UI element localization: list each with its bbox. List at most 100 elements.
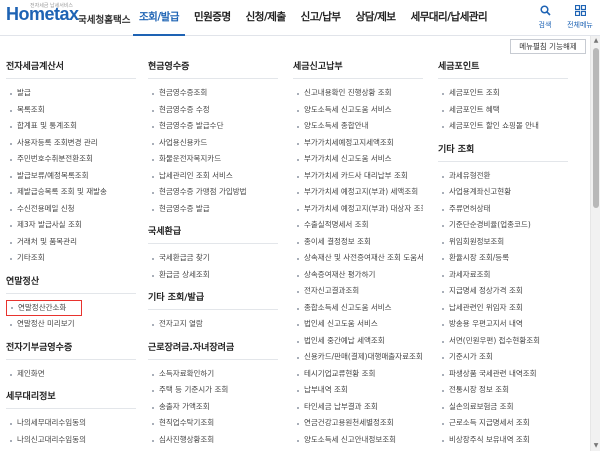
menu-link[interactable]: 송출자 가액조회 <box>148 399 278 416</box>
menu-link[interactable]: 합계표 및 통계조회 <box>6 118 136 135</box>
section-title[interactable]: 세금포인트 <box>438 60 568 74</box>
menu-link[interactable]: 사업용계좌신고현황 <box>438 184 568 201</box>
menu-link[interactable]: 상속재산 및 사전증여재산 조회 도움서비스 <box>293 250 423 267</box>
scroll-up-arrow[interactable]: ▲ <box>591 36 600 46</box>
menu-link[interactable]: 화물운전자복지카드 <box>148 151 278 168</box>
menu-link[interactable]: 현직업수탁기조회 <box>148 415 278 432</box>
menu-link[interactable]: 과세유형전환 <box>438 168 568 185</box>
menu-link[interactable]: 실손의료보험금 조회 <box>438 399 568 416</box>
menu-link[interactable]: 세금포인트 혜택 <box>438 102 568 119</box>
scroll-down-arrow[interactable]: ▼ <box>591 441 600 451</box>
menu-link[interactable]: 근로소득 지급명세서 조회 <box>438 415 568 432</box>
menu-link[interactable]: 수출실적명세서 조회 <box>293 217 423 234</box>
nav-item-4[interactable]: 신고/납부 <box>295 0 347 36</box>
menu-link[interactable]: 수신전용메일 신청 <box>6 201 136 218</box>
menu-link[interactable]: 양도소득세 신고안내정보조회 <box>293 432 423 449</box>
menu-link[interactable]: 부가가치세예정고지세액조회 <box>293 135 423 152</box>
nav-item-6[interactable]: 세무대리/납세관리 <box>405 0 494 36</box>
menu-link[interactable]: 전자신고결과조회 <box>293 283 423 300</box>
section-title[interactable]: 연말정산 <box>6 275 136 289</box>
hometax-logo[interactable]: 전자세금 납세서비스 Hometax 국세청홈택스 <box>6 3 130 30</box>
menu-link[interactable]: 종합소득세 신고도움 서비스 <box>293 300 423 317</box>
menu-link[interactable]: 제3자 발급사실 조회 <box>6 217 136 234</box>
menu-link[interactable]: 양도소득세 신고도움 서비스 <box>293 102 423 119</box>
menu-link[interactable]: 환급금 상세조회 <box>148 267 278 284</box>
menu-link[interactable]: 납부내역 조회 <box>293 382 423 399</box>
nav-item-5[interactable]: 상담/제보 <box>350 0 402 36</box>
menu-link[interactable]: 신고내용확인 진행상황 조회 <box>293 85 423 102</box>
section-title[interactable]: 세무대리정보 <box>6 390 136 404</box>
menu-link[interactable]: 부가가치세 예정고지(부과) 세액조회 <box>293 184 423 201</box>
menu-link[interactable]: 납세관련인 위임자 조회 <box>438 300 568 317</box>
section-title[interactable]: 전자세금계산서 <box>6 60 136 74</box>
section-title[interactable]: 세금신고납부 <box>293 60 423 74</box>
section-title[interactable]: 국세환급 <box>148 225 278 239</box>
menu-link[interactable]: 현금영수증 수정 <box>148 102 278 119</box>
menu-link[interactable]: 부가가치세 카드사 대리납부 조회 <box>293 168 423 185</box>
menu-link[interactable]: 법인세 중간예납 세액조회 <box>293 333 423 350</box>
menu-link[interactable]: 비상장주식 보유내역 조회 <box>438 432 568 449</box>
section-title[interactable]: 전자기부금영수증 <box>6 341 136 355</box>
menu-link[interactable]: 나의세무대리수임동의 <box>6 415 136 432</box>
scroll-thumb[interactable] <box>593 48 599 208</box>
menu-link[interactable]: 사업용신용카드 <box>148 135 278 152</box>
menu-link[interactable]: 주민번호수취분전환조회 <box>6 151 136 168</box>
nav-item-1[interactable]: 조회/발급 <box>133 0 185 36</box>
menu-link[interactable]: 제인화면 <box>6 366 136 383</box>
menu-link[interactable]: 목록조회 <box>6 102 136 119</box>
menu-link[interactable]: 발급보류/예정목록조회 <box>6 168 136 185</box>
menu-link[interactable]: 현금영수증 발급 <box>148 201 278 218</box>
menu-link[interactable]: 연말정산 미리보기 <box>6 316 136 333</box>
menu-link[interactable]: 기준시가 조회 <box>438 349 568 366</box>
menu-link[interactable]: 발급 <box>6 85 136 102</box>
menu-link[interactable]: 납세관리인 조회 서비스 <box>148 168 278 185</box>
menu-link[interactable]: 주류면허상태 <box>438 201 568 218</box>
menu-link[interactable]: 사용자등록 조회변경 관리 <box>6 135 136 152</box>
search-button[interactable]: 검색 <box>527 5 563 30</box>
menu-link[interactable]: 국세환급금 찾기 <box>148 250 278 267</box>
nav-item-2[interactable]: 민원증명 <box>188 0 237 36</box>
section-title[interactable]: 현금영수증 <box>148 60 278 74</box>
menu-link[interactable]: 제발급승목록 조회 및 재발송 <box>6 184 136 201</box>
menu-link-highlighted[interactable]: 연말정산간소화 <box>6 299 82 316</box>
menu-link[interactable]: 주택 등 기준시가 조회 <box>148 382 278 399</box>
menu-link[interactable]: 거래처 및 품목관리 <box>6 234 136 251</box>
menu-link[interactable]: 기준단순경비율(업종코드) <box>438 217 568 234</box>
menu-link[interactable]: 방송용 우편고지서 내역 <box>438 316 568 333</box>
menu-link[interactable]: 전통시장 정보 조회 <box>438 382 568 399</box>
menu-link[interactable]: 현금영수증 가맹점 가입방법 <box>148 184 278 201</box>
menu-link[interactable]: 종이세 결정정보 조회 <box>293 234 423 251</box>
menu-link[interactable]: 연금건강고용원천세별정조회 <box>293 415 423 432</box>
section-divider <box>6 358 136 360</box>
nav-item-3[interactable]: 신청/제출 <box>240 0 292 36</box>
menu-link[interactable]: 타인세금 납부결과 조회 <box>293 399 423 416</box>
menu-link[interactable]: 현금영수증조회 <box>148 85 278 102</box>
menu-link[interactable]: 전자고지 열람 <box>148 316 278 333</box>
menu-link[interactable]: 과세자료조회 <box>438 267 568 284</box>
all-menu-button[interactable]: 전체메뉴 <box>562 4 598 30</box>
menu-link[interactable]: 부가가치세 예정고지(부과) 대상자 조회 <box>293 201 423 218</box>
menu-link[interactable]: 소득자료확인하기 <box>148 366 278 383</box>
menu-link[interactable]: 부가가치세 신고도움 서비스 <box>293 151 423 168</box>
section-title[interactable]: 근로장려금.자녀장려금 <box>148 341 278 355</box>
menu-link[interactable]: 심사진행상황조회 <box>148 432 278 449</box>
menu-link[interactable]: 상속증여재산 평가하기 <box>293 267 423 284</box>
menu-link[interactable]: 위임회원정보조회 <box>438 234 568 251</box>
menu-expand-toggle-button[interactable]: 메뉴펼침 기능해제 <box>510 39 586 54</box>
section-title[interactable]: 기타 조회/발급 <box>148 291 278 305</box>
menu-link[interactable]: 신용카드/판매(결제)대행매출자료조회 <box>293 349 423 366</box>
menu-link[interactable]: 환율시장 조회/등록 <box>438 250 568 267</box>
vertical-scrollbar[interactable]: ▲ ▼ <box>590 36 600 451</box>
menu-link[interactable]: 서면(민원우편) 접수현황조회 <box>438 333 568 350</box>
menu-link[interactable]: 지급명세 정상가격 조회 <box>438 283 568 300</box>
menu-link[interactable]: 법인세 신고도움 서비스 <box>293 316 423 333</box>
menu-link[interactable]: 나의신고대리수임동의 <box>6 432 136 449</box>
menu-link[interactable]: 세금포인트 할인 쇼핑몰 안내 <box>438 118 568 135</box>
menu-link[interactable]: 세금포인트 조회 <box>438 85 568 102</box>
menu-link[interactable]: 양도소득세 종합안내 <box>293 118 423 135</box>
menu-link[interactable]: 테시기업교류현황 조회 <box>293 366 423 383</box>
section-title[interactable]: 기타 조회 <box>438 143 568 157</box>
menu-link[interactable]: 기타조회 <box>6 250 136 267</box>
menu-link[interactable]: 파생상품 국세관련 내역조회 <box>438 366 568 383</box>
menu-link[interactable]: 현금영수증 발급수단 <box>148 118 278 135</box>
